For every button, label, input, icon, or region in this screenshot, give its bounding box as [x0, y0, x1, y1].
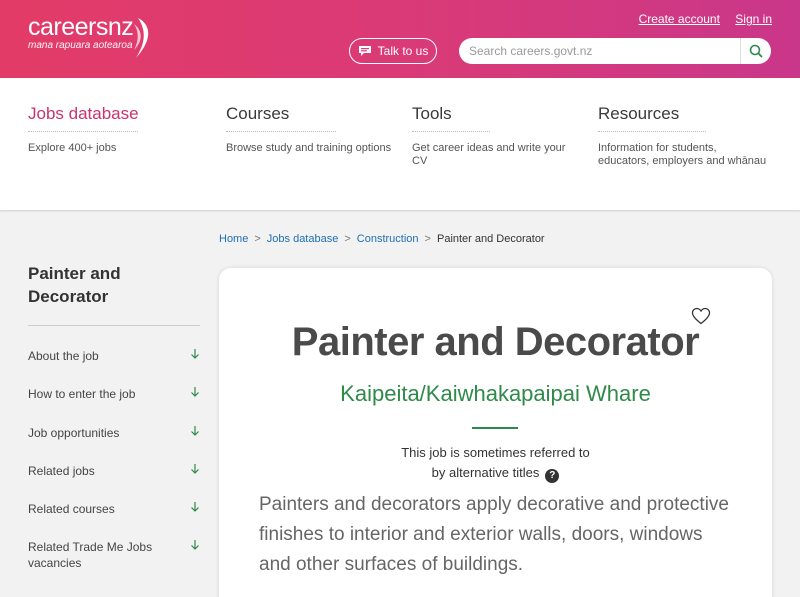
breadcrumb-construction[interactable]: Construction	[357, 233, 419, 245]
nav-description: Get career ideas and write your CV	[412, 142, 566, 167]
create-account-link[interactable]: Create account	[639, 12, 720, 26]
search-input[interactable]	[459, 38, 739, 64]
sidebar-item-label: Job opportunities	[28, 426, 120, 440]
logo-swoosh-icon	[134, 18, 149, 58]
site-header: careersnz mana rapuara aotearoa Create a…	[0, 0, 800, 78]
title-divider	[472, 427, 518, 429]
arrow-down-icon	[191, 426, 199, 436]
sidebar-divider	[28, 325, 200, 326]
nav-title: Courses	[226, 104, 336, 132]
nav-title: Resources	[598, 104, 706, 132]
sidebar-item-label: Related Trade Me Jobs vacancies	[28, 540, 153, 570]
search-button[interactable]	[740, 38, 771, 64]
arrow-down-icon	[191, 540, 199, 550]
breadcrumb-current: Painter and Decorator	[436, 233, 545, 245]
alt-titles-text: by alternative titles	[431, 465, 540, 480]
sidebar-title: Painter and Decorator	[28, 264, 121, 306]
job-title: Painter and Decorator	[291, 320, 700, 364]
careersnz-logo[interactable]: careersnz mana rapuara aotearoa	[28, 13, 134, 51]
sidebar-item-label: About the job	[28, 349, 99, 363]
breadcrumb-jobs-database[interactable]: Jobs database	[267, 233, 339, 245]
main-navigation: Jobs database Explore 400+ jobs Courses …	[0, 78, 800, 211]
sidebar-item-job-opportunities[interactable]: Job opportunities	[28, 425, 200, 441]
question-mark-icon[interactable]: ?	[545, 469, 560, 483]
nav-title: Jobs database	[28, 104, 139, 132]
logo-tagline: mana rapuara aotearoa	[28, 40, 133, 51]
talk-to-us-label: Talk to us	[377, 44, 429, 58]
breadcrumb-separator: >	[344, 233, 351, 245]
sidebar-item-about-the-job[interactable]: About the job	[28, 348, 200, 364]
arrow-down-icon	[191, 464, 199, 474]
arrow-down-icon	[191, 502, 199, 512]
account-links: Create account Sign in	[627, 12, 772, 26]
nav-description: Explore 400+ jobs	[28, 142, 117, 154]
job-maori-title: Kaipeita/Kaiwhakapaipai Whare	[340, 381, 651, 406]
sidebar-item-trade-me-vacancies[interactable]: Related Trade Me Jobs vacancies	[28, 539, 200, 571]
breadcrumb-separator: >	[424, 233, 431, 245]
alternative-titles: This job is sometimes referred to by alt…	[219, 443, 772, 483]
sidebar-item-label: Related courses	[28, 502, 115, 516]
nav-courses[interactable]: Courses Browse study and training option…	[226, 104, 396, 155]
search-bar	[459, 38, 771, 64]
talk-to-us-button[interactable]: Talk to us	[349, 38, 437, 64]
arrow-down-icon	[191, 387, 199, 397]
nav-description: Information for students, educators, emp…	[598, 142, 767, 167]
logo-wordmark: careersnz	[28, 13, 134, 41]
breadcrumb-home[interactable]: Home	[219, 233, 248, 245]
job-intro-text: Painters and decorators apply decorative…	[259, 494, 729, 575]
sidebar-item-related-courses[interactable]: Related courses	[28, 501, 200, 517]
alt-titles-line-2: by alternative titles?	[219, 463, 772, 483]
nav-tools[interactable]: Tools Get career ideas and write your CV	[412, 104, 582, 168]
nav-jobs-database[interactable]: Jobs database Explore 400+ jobs	[28, 104, 198, 155]
chat-icon	[358, 46, 371, 56]
nav-title: Tools	[412, 104, 490, 132]
arrow-down-icon	[191, 349, 199, 359]
search-icon	[749, 44, 763, 58]
sidebar-item-label: How to enter the job	[28, 387, 136, 401]
sidebar-item-label: Related jobs	[28, 464, 95, 478]
sidebar-item-how-to-enter[interactable]: How to enter the job	[28, 386, 200, 402]
nav-resources[interactable]: Resources Information for students, educ…	[598, 104, 768, 168]
breadcrumb-separator: >	[254, 233, 261, 245]
nav-description: Browse study and training options	[226, 142, 392, 154]
breadcrumb: Home > Jobs database > Construction > Painter …	[219, 233, 545, 245]
alt-titles-line-1: This job is sometimes referred to	[401, 445, 590, 460]
sidebar-item-related-jobs[interactable]: Related jobs	[28, 463, 200, 479]
sign-in-link[interactable]: Sign in	[735, 12, 772, 26]
